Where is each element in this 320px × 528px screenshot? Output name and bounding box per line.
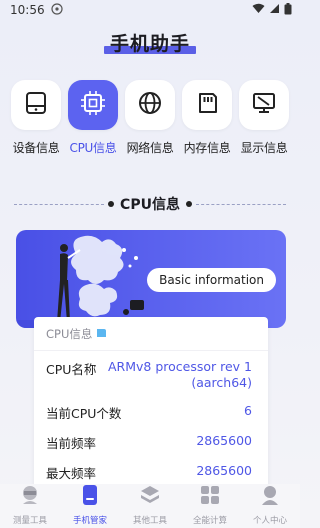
- tab-label: 内存信息: [183, 141, 231, 155]
- tab-cpu-info[interactable]: CPU信息: [67, 80, 119, 166]
- tab-display-info[interactable]: 显示信息: [238, 80, 290, 166]
- basic-information-label: Basic information: [159, 273, 264, 287]
- cpu-icon: [80, 90, 106, 120]
- tab-device-info[interactable]: 设备信息: [10, 80, 62, 166]
- tab-icon-box: [182, 80, 232, 130]
- nav-label: 测量工具: [12, 516, 47, 526]
- nav-measure-tools[interactable]: 测量工具: [0, 484, 60, 526]
- row-value: 2865600: [196, 433, 252, 448]
- row-value: 2865600: [196, 463, 252, 478]
- status-time: 10:56: [10, 3, 45, 17]
- app-header: 手机助手: [0, 20, 300, 64]
- device-icon: [25, 91, 47, 119]
- battery-icon: [284, 2, 292, 18]
- phone-icon: [79, 484, 101, 510]
- tab-icon-box: [239, 80, 289, 130]
- tab-label: 网络信息: [126, 141, 174, 155]
- section-title: CPU信息: [120, 197, 180, 213]
- row-label: 当前频率: [46, 436, 97, 451]
- tab-label: CPU信息: [69, 141, 117, 155]
- tab-icon-box: [125, 80, 175, 130]
- cpu-banner: Basic information: [16, 230, 286, 328]
- tab-memory-info[interactable]: 内存信息: [181, 80, 233, 166]
- category-tabs: 设备信息 CPU信息 网络信息 内存信息 显示信息: [0, 80, 300, 166]
- info-row-cpu-name: CPU名称 ARMv8 processor rev 1 (aarch64): [34, 359, 268, 401]
- row-label: 当前CPU个数: [46, 406, 122, 421]
- tab-label: 设备信息: [12, 141, 60, 155]
- chip-icon: [96, 327, 107, 341]
- bottom-navigation: 测量工具 手机管家 其他工具 全能计算 个人中心: [0, 484, 300, 528]
- row-value: 6: [244, 403, 252, 418]
- card-header: CPU信息: [34, 317, 268, 351]
- info-row-current-frequency: 当前频率 2865600: [34, 433, 268, 463]
- display-icon: [252, 92, 276, 118]
- signal-icon: [269, 3, 280, 17]
- nav-calculator[interactable]: 全能计算: [180, 484, 240, 526]
- nav-label: 全能计算: [192, 516, 227, 526]
- globe-icon: [138, 91, 162, 119]
- nav-other-tools[interactable]: 其他工具: [120, 484, 180, 526]
- nav-label: 个人中心: [252, 516, 287, 526]
- divider: [14, 203, 105, 205]
- cpu-info-card: CPU信息 CPU名称 ARMv8 processor rev 1 (aarch…: [34, 317, 268, 500]
- bullet-dot: [108, 201, 115, 207]
- tab-icon-box: [11, 80, 61, 130]
- user-icon: [259, 484, 281, 510]
- nav-label: 其他工具: [132, 516, 167, 526]
- nav-label: 手机管家: [72, 516, 107, 526]
- basic-information-button[interactable]: Basic information: [147, 268, 276, 292]
- calculator-icon: [199, 484, 221, 510]
- ruler-person-icon: [19, 484, 41, 510]
- row-value: ARMv8 processor rev 1 (aarch64): [107, 359, 252, 390]
- row-label: 最大频率: [46, 466, 97, 481]
- info-row-cpu-count: 当前CPU个数 6: [34, 403, 268, 433]
- layers-icon: [139, 484, 161, 510]
- nav-personal-center[interactable]: 个人中心: [240, 484, 300, 526]
- divider: [195, 203, 286, 205]
- wifi-icon: [252, 3, 265, 17]
- card-heading: CPU信息: [46, 326, 93, 341]
- tab-label: 显示信息: [240, 141, 288, 155]
- row-label: CPU名称: [46, 362, 97, 377]
- tab-network-info[interactable]: 网络信息: [124, 80, 176, 166]
- bullet-dot: [185, 201, 192, 207]
- memory-card-icon: [196, 92, 218, 118]
- nav-phone-manager[interactable]: 手机管家: [60, 484, 120, 526]
- section-heading: CPU信息: [14, 192, 286, 216]
- tab-icon-box: [68, 80, 118, 130]
- page-title-text: 手机助手: [109, 32, 190, 55]
- page-title: 手机助手: [103, 26, 196, 58]
- android-icon: [50, 2, 63, 18]
- status-bar: 10:56: [0, 0, 300, 20]
